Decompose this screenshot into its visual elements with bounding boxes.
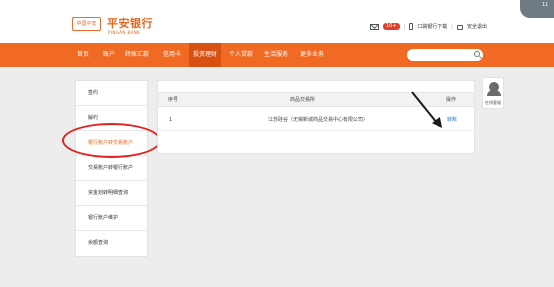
highlight-annotation (62, 123, 161, 158)
online-service-label: 在线客服 (485, 100, 501, 105)
top-links: 10+ | 口袋银行下载 | 安全退出 (370, 23, 487, 30)
search-icon[interactable] (474, 51, 480, 57)
nav-item-transfer[interactable]: 转账汇款 (125, 43, 149, 67)
divider: | (451, 23, 453, 30)
search-input[interactable] (407, 49, 483, 61)
nav-item-credit-card[interactable]: 信用卡 (163, 43, 181, 67)
corner-widget (520, 0, 554, 18)
pingan-group-logo: 中国平安 (72, 17, 101, 31)
sidebar-menu: 签约 解约 银行账户转交易账户 交易账户转银行账户 资金划转明细查询 银行账户维… (75, 80, 148, 257)
sidebar-item-trade-to-bank[interactable]: 交易账户转银行账户 (76, 156, 147, 181)
message-count-badge[interactable]: 10+ (383, 23, 400, 30)
header-exchange: 商品交易所 (290, 97, 316, 103)
exchange-table: 序号 商品交易所 操作 1 江苏硅谷（无锡新城商品交易中心有限公司） 转账 (157, 80, 475, 154)
sidebar-item-transfer-detail[interactable]: 资金划转明细查询 (76, 181, 147, 206)
customer-service-icon (487, 82, 501, 96)
app-download-link[interactable]: 口袋银行下载 (417, 23, 447, 30)
table-row: 1 江苏硅谷（无锡新城商品交易中心有限公司） 转账 (158, 111, 474, 131)
row-no: 1 (169, 117, 173, 123)
table-header: 序号 商品交易所 操作 (158, 92, 474, 107)
nav-item-personal-loan[interactable]: 个人贷款 (229, 43, 253, 67)
sidebar-item-account-maintain[interactable]: 银行账户维护 (76, 206, 147, 231)
nav-item-home[interactable]: 首页 (77, 43, 89, 67)
nav-item-account[interactable]: 账户 (103, 43, 115, 67)
transfer-link[interactable]: 转账 (447, 111, 457, 129)
header-no: 序号 (168, 97, 179, 103)
main-nav: 首页 账户 转账汇款 信用卡 投资理财 个人贷款 生活服务 更多业务 (0, 43, 554, 67)
divider: | (403, 23, 406, 30)
bank-logo-english: PINGAN BANK (108, 30, 141, 35)
nav-item-investment[interactable]: 投资理财 (189, 43, 222, 67)
online-service-button[interactable]: 在线客服 (482, 77, 504, 109)
sidebar-item-sign[interactable]: 签约 (76, 81, 147, 106)
bank-logo-text[interactable]: 平安银行 (107, 15, 153, 31)
mail-icon[interactable] (370, 23, 379, 30)
top-header: 中国平安 平安银行 PINGAN BANK 10+ | 口袋银行下载 | 安全退… (0, 0, 554, 43)
lock-icon (456, 25, 463, 30)
nav-item-life-service[interactable]: 生活服务 (264, 43, 288, 67)
logout-link[interactable]: 安全退出 (467, 23, 487, 30)
phone-icon (409, 23, 414, 30)
corner-widget-text: 11 (542, 2, 549, 8)
header-operation: 操作 (446, 97, 457, 103)
sidebar-item-balance[interactable]: 余额查询 (76, 231, 147, 256)
row-exchange: 江苏硅谷（无锡新城商品交易中心有限公司） (268, 117, 369, 123)
nav-item-more[interactable]: 更多业务 (300, 43, 324, 67)
